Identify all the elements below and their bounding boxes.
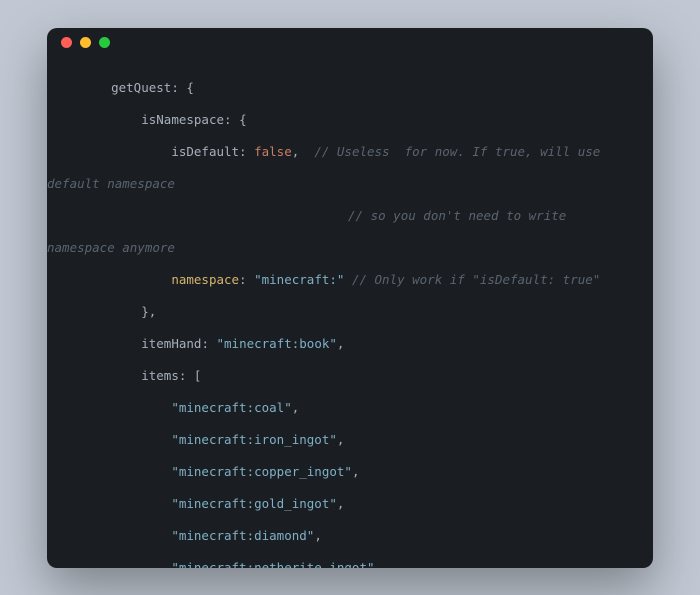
key-getquest: getQuest <box>111 80 171 95</box>
punct: , <box>292 144 315 159</box>
key-namespace: namespace <box>171 272 239 287</box>
punct: : <box>201 336 216 351</box>
code-line: itemHand: "minecraft:book", <box>47 336 653 352</box>
code-block: getQuest: { isNamespace: { isDefault: fa… <box>47 58 653 568</box>
str-namespace: "minecraft:" <box>254 272 344 287</box>
code-line: default namespace <box>47 176 653 192</box>
key-itemhand: itemHand <box>141 336 201 351</box>
item-str: "minecraft:coal" <box>171 400 291 415</box>
code-line: "minecraft:iron_ingot", <box>47 432 653 448</box>
punct: }, <box>141 304 156 319</box>
item-str: "minecraft:gold_ingot" <box>171 496 337 511</box>
key-items: items <box>141 368 179 383</box>
code-line: items: [ <box>47 368 653 384</box>
punct: : <box>239 272 254 287</box>
comment: // so you don't need to write <box>348 208 566 223</box>
code-line: isDefault: false, // Useless for now. If… <box>47 144 653 160</box>
str-itemhand: "minecraft:book" <box>217 336 337 351</box>
punct: , <box>292 400 300 415</box>
code-line: // so you don't need to write <box>47 208 653 224</box>
punct: , <box>314 528 322 543</box>
code-line: namespace: "minecraft:" // Only work if … <box>47 272 653 288</box>
code-line: "minecraft:gold_ingot", <box>47 496 653 512</box>
punct: : [ <box>179 368 202 383</box>
key-isdefault: isDefault <box>171 144 239 159</box>
code-line: getQuest: { <box>47 80 653 96</box>
comment: default namespace <box>47 176 175 191</box>
minimize-icon[interactable] <box>80 37 91 48</box>
window-titlebar <box>47 28 653 58</box>
comment: // Useless for now. If true, will use <box>314 144 600 159</box>
close-icon[interactable] <box>61 37 72 48</box>
bool-isdefault: false <box>254 144 292 159</box>
item-str: "minecraft:copper_ingot" <box>171 464 352 479</box>
code-line: "minecraft:copper_ingot", <box>47 464 653 480</box>
comment: namespace anymore <box>47 240 175 255</box>
key-isnamespace: isNamespace <box>141 112 224 127</box>
code-line: isNamespace: { <box>47 112 653 128</box>
comment: // Only work if "isDefault: true" <box>352 272 600 287</box>
punct: : { <box>224 112 247 127</box>
code-window: getQuest: { isNamespace: { isDefault: fa… <box>47 28 653 568</box>
punct: : <box>239 144 254 159</box>
maximize-icon[interactable] <box>99 37 110 48</box>
item-str: "minecraft:netherite_ingot" <box>171 560 374 568</box>
punct: : { <box>171 80 194 95</box>
item-str: "minecraft:iron_ingot" <box>171 432 337 447</box>
punct: , <box>337 336 345 351</box>
code-line: "minecraft:netherite_ingot" <box>47 560 653 568</box>
punct: , <box>337 496 345 511</box>
code-line: "minecraft:coal", <box>47 400 653 416</box>
punct: , <box>337 432 345 447</box>
comment <box>47 208 348 223</box>
punct: , <box>352 464 360 479</box>
code-line: }, <box>47 304 653 320</box>
item-str: "minecraft:diamond" <box>171 528 314 543</box>
punct <box>344 272 352 287</box>
code-line: namespace anymore <box>47 240 653 256</box>
code-line: "minecraft:diamond", <box>47 528 653 544</box>
